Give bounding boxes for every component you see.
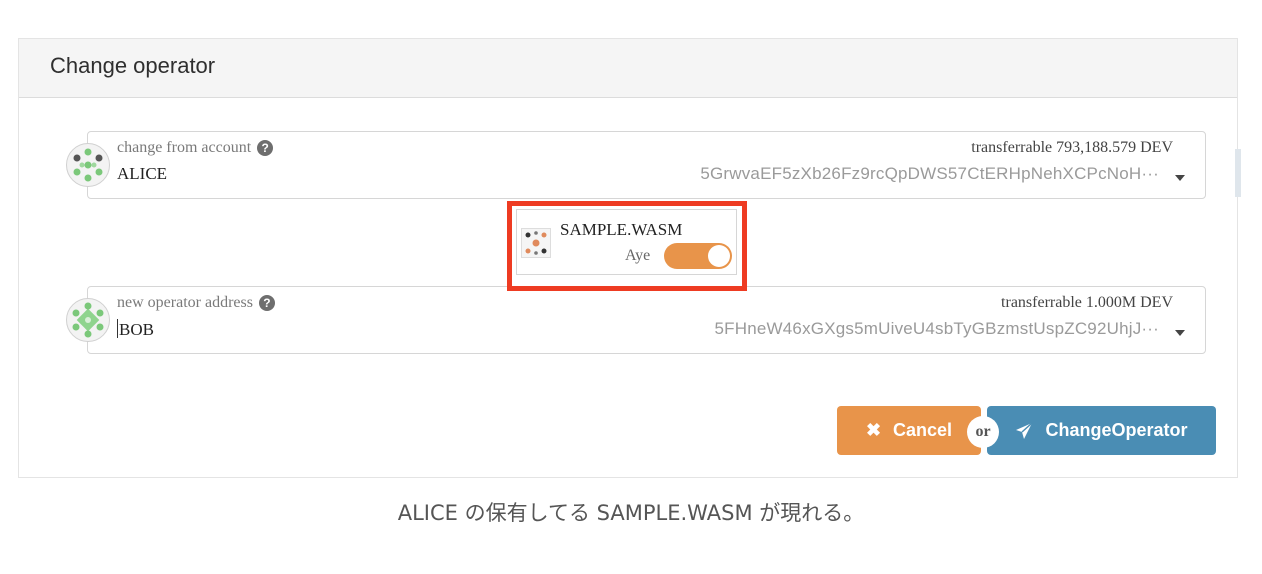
highlight-annotation (507, 201, 747, 291)
change-operator-button[interactable]: ChangeOperator (987, 406, 1216, 455)
new-operator-label: new operator address (117, 294, 253, 311)
or-divider: or (967, 416, 999, 448)
from-account-label-row: change from account ? (117, 139, 274, 157)
chevron-down-icon[interactable] (1175, 330, 1185, 336)
new-operator-address: 5FHneW46xGXgs5mUiveU4sbTyGBzmstUspZC92Uh… (714, 319, 1159, 338)
from-account-address: 5GrwvaEF5zXb26Fz9rcQpDWS57CtERHpNehXCPcN… (700, 164, 1159, 183)
scrollbar[interactable] (1235, 149, 1241, 197)
cancel-button[interactable]: ✖ Cancel (837, 406, 981, 455)
dialog-title: Change operator (50, 53, 216, 78)
from-account-field[interactable]: change from account ? ALICE transferrabl… (87, 131, 1206, 199)
text-cursor (117, 319, 118, 338)
new-operator-input[interactable]: BOB (117, 319, 154, 340)
change-operator-label: ChangeOperator (1045, 420, 1188, 440)
from-account-value: ALICE (117, 164, 168, 183)
new-operator-label-row: new operator address ? (117, 294, 275, 312)
dialog-header: Change operator (19, 39, 1237, 98)
caption: ALICE の保有してる SAMPLE.WASM が現れる。 (397, 501, 865, 525)
question-circle-icon[interactable]: ? (257, 140, 274, 156)
close-icon: ✖ (865, 420, 882, 440)
new-operator-balance: transferrable 1.000M DEV (1001, 294, 1173, 311)
send-icon (1015, 421, 1033, 440)
new-operator-field[interactable]: new operator address ? BOB transferrable… (87, 286, 1206, 354)
new-operator-value: BOB (119, 320, 154, 339)
question-circle-icon[interactable]: ? (258, 295, 275, 311)
chevron-down-icon[interactable] (1175, 175, 1185, 181)
new-operator-identicon-icon (66, 298, 110, 342)
cancel-label: Cancel (893, 420, 953, 440)
from-account-balance: transferrable 793,188.579 DEV (971, 139, 1173, 156)
from-account-label: change from account (117, 139, 252, 156)
from-account-identicon-icon (66, 143, 110, 187)
